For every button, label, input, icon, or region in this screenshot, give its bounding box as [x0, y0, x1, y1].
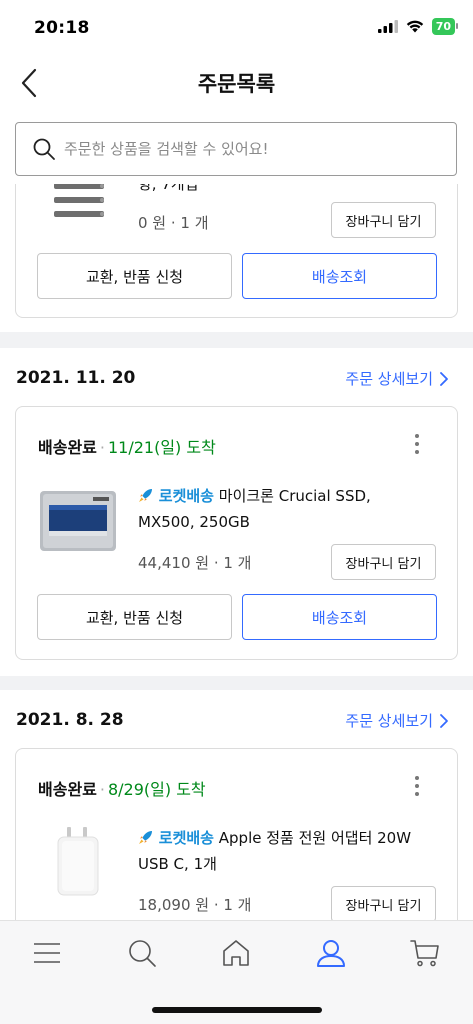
order-card: 항, 7개입 0 원 · 1 개 장바구니 담기 교환, 반품 신청 배송조회	[15, 184, 458, 318]
order-card: 배송완료 · 11/21(일) 도착 로켓배송 마이크론 Crucial SSD…	[15, 406, 458, 660]
add-to-cart-button[interactable]: 장바구니 담기	[331, 886, 436, 920]
profile-icon	[317, 940, 345, 967]
delivery-status: 배송완료 · 11/21(일) 도착	[38, 438, 216, 457]
order-date: 2021. 11. 20	[16, 368, 136, 388]
search-icon	[33, 138, 55, 160]
product-image[interactable]	[38, 823, 120, 905]
order-card: 배송완료 · 8/29(일) 도착 로켓배송 Apple 정품 전원 어댑터 2…	[15, 748, 458, 920]
bottom-nav	[0, 920, 473, 1024]
delivery-status: 배송완료 · 8/29(일) 도착	[38, 780, 206, 799]
add-to-cart-button[interactable]: 장바구니 담기	[331, 202, 436, 238]
status-icons: 70	[377, 18, 459, 35]
search-bar	[0, 114, 473, 184]
product-photo-power-adapter	[57, 827, 99, 896]
search-box[interactable]	[15, 122, 457, 176]
product-name[interactable]: 로켓배송 Apple 정품 전원 어댑터 20W USB C, 1개	[138, 825, 428, 877]
rocket-delivery-label: 로켓배송	[158, 487, 214, 505]
chevron-right-icon	[440, 371, 448, 386]
more-dot-icon	[415, 792, 419, 796]
exchange-return-button[interactable]: 교환, 반품 신청	[37, 594, 232, 640]
more-dot-icon	[415, 434, 419, 438]
product-photo-stacked-trays	[54, 184, 104, 217]
rocket-delivery-label: 로켓배송	[158, 829, 214, 847]
product-price: 44,410 원 · 1 개	[138, 554, 252, 572]
order-date: 2021. 8. 28	[16, 710, 124, 730]
menu-icon	[34, 943, 60, 963]
status-bar: 20:18 70	[0, 0, 473, 54]
order-detail-label: 주문 상세보기	[345, 712, 433, 730]
more-dot-icon	[415, 784, 419, 788]
order-list[interactable]: 항, 7개입 0 원 · 1 개 장바구니 담기 교환, 반품 신청 배송조회 …	[0, 184, 473, 920]
order-actions: 교환, 반품 신청 배송조회	[37, 594, 437, 640]
cart-icon	[410, 940, 439, 967]
product-image[interactable]	[38, 481, 120, 563]
order-group: 항, 7개입 0 원 · 1 개 장바구니 담기 교환, 반품 신청 배송조회	[0, 184, 473, 332]
wifi-icon	[406, 20, 423, 33]
nav-cart[interactable]	[405, 933, 445, 973]
order-actions: 교환, 반품 신청 배송조회	[37, 253, 437, 299]
more-options-button[interactable]	[407, 771, 427, 801]
search-icon	[129, 940, 156, 967]
chevron-right-icon	[440, 713, 448, 728]
nav-search[interactable]	[122, 933, 162, 973]
order-detail-link[interactable]: 주문 상세보기	[345, 368, 449, 389]
nav-profile[interactable]	[311, 933, 351, 973]
delivery-status-label: 배송완료	[38, 780, 97, 799]
product-name[interactable]: 로켓배송 마이크론 Crucial SSD, MX500, 250GB	[138, 483, 428, 535]
home-indicator	[152, 1007, 322, 1013]
status-time: 20:18	[34, 18, 90, 38]
page-title: 주문목록	[197, 72, 276, 96]
track-delivery-button[interactable]: 배송조회	[242, 253, 437, 299]
product-price: 18,090 원 · 1 개	[138, 896, 252, 914]
arrival-date: 11/21(일) 도착	[107, 438, 216, 457]
product-image[interactable]	[38, 184, 120, 263]
order-detail-link[interactable]: 주문 상세보기	[345, 710, 449, 731]
battery-indicator: 70	[431, 18, 459, 35]
more-dot-icon	[415, 442, 419, 446]
arrival-date: 8/29(일) 도착	[107, 780, 206, 799]
header: 주문목록	[0, 54, 473, 114]
track-delivery-button[interactable]: 배송조회	[242, 594, 437, 640]
nav-menu[interactable]	[27, 933, 67, 973]
product-photo-ssd	[40, 491, 116, 551]
product-name[interactable]: 항, 7개입	[138, 184, 428, 197]
add-to-cart-button[interactable]: 장바구니 담기	[331, 544, 436, 580]
cellular-signal-icon	[377, 20, 398, 33]
order-group: 2021. 8. 28 주문 상세보기 배송완료 · 8/29(일) 도착 로켓…	[0, 690, 473, 920]
more-dot-icon	[415, 776, 419, 780]
rocket-icon	[139, 831, 152, 844]
search-input[interactable]	[64, 140, 434, 158]
order-detail-label: 주문 상세보기	[345, 370, 433, 388]
rocket-icon	[139, 489, 152, 502]
more-dot-icon	[415, 450, 419, 454]
more-options-button[interactable]	[407, 429, 427, 459]
product-price: 0 원 · 1 개	[138, 214, 209, 232]
order-group: 2021. 11. 20 주문 상세보기 배송완료·11/21(일) 도착	[0, 348, 473, 676]
exchange-return-button[interactable]: 교환, 반품 신청	[37, 253, 232, 299]
nav-home[interactable]	[216, 933, 256, 973]
delivery-status-label: 배송완료	[38, 438, 97, 457]
home-icon	[223, 940, 249, 966]
